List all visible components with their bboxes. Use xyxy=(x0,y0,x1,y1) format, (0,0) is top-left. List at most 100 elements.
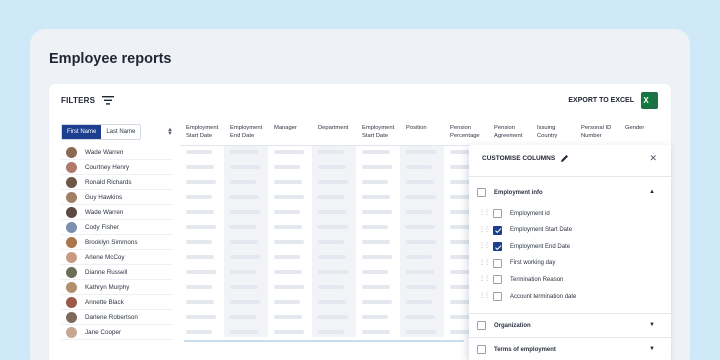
checkbox[interactable] xyxy=(493,242,502,252)
column-option-label: Account termination date xyxy=(510,293,577,300)
employee-name: Annette Black xyxy=(85,298,124,306)
column-option-label: Employment Start Date xyxy=(510,227,573,234)
column-section[interactable]: Terms of employment xyxy=(477,345,556,354)
employee-name: Arlene McCoy xyxy=(85,253,125,261)
employee-row[interactable]: Guy Hawkins xyxy=(61,190,173,205)
section-label: Organization xyxy=(494,322,531,329)
cell-placeholder xyxy=(230,180,256,184)
column-header[interactable]: Issuing Country xyxy=(537,124,557,140)
cell-placeholder xyxy=(318,330,344,334)
column-header[interactable]: Department xyxy=(318,124,348,132)
cell-placeholder xyxy=(406,330,436,334)
column-section[interactable]: Organization xyxy=(477,321,531,330)
checkbox[interactable] xyxy=(477,345,486,354)
cell-placeholder xyxy=(362,300,392,304)
sort-arrows-icon[interactable]: ▲ ▼ xyxy=(167,127,173,137)
customise-columns-panel: CUSTOMISE COLUMNS ✕ Employment info ▲ Orga… xyxy=(469,145,671,360)
checkbox[interactable] xyxy=(493,225,502,235)
sort-first-name-button[interactable]: First Name xyxy=(62,125,102,139)
cell-placeholder xyxy=(186,270,216,274)
column-option[interactable]: ⋮⋮ Account termination date xyxy=(479,292,576,301)
cell-placeholder xyxy=(318,255,346,259)
close-icon[interactable]: ✕ xyxy=(649,153,657,164)
checkbox[interactable] xyxy=(493,275,502,285)
cell-placeholder xyxy=(186,165,214,169)
cell-placeholder xyxy=(186,210,214,214)
column-header[interactable]: Personal ID Number xyxy=(581,124,611,140)
drag-handle-icon[interactable]: ⋮⋮ xyxy=(479,293,490,299)
export-to-excel-button[interactable]: EXPORT TO EXCEL X xyxy=(568,92,658,109)
avatar xyxy=(66,251,77,263)
column-option[interactable]: ⋮⋮ Employment Start Date xyxy=(479,225,573,235)
employee-row[interactable]: Courtney Henry xyxy=(61,160,173,175)
employee-row[interactable]: Annette Black xyxy=(61,295,173,310)
checkbox[interactable] xyxy=(493,258,502,268)
panel-divider xyxy=(469,176,671,177)
employee-row[interactable]: Wade Warren xyxy=(61,145,173,160)
column-header[interactable]: Pension Agreement xyxy=(494,124,522,140)
chevron-down-icon[interactable]: ▼ xyxy=(649,322,655,328)
cell-placeholder xyxy=(406,285,436,289)
employee-row[interactable]: Darlene Robertson xyxy=(61,310,173,325)
cell-placeholder xyxy=(406,150,436,154)
sort-last-name-button[interactable]: Last Name xyxy=(101,125,140,139)
employee-row[interactable]: Arlene McCoy xyxy=(61,250,173,265)
cell-placeholder xyxy=(362,270,388,274)
employee-row[interactable]: Jane Cooper xyxy=(61,325,173,340)
drag-handle-icon[interactable]: ⋮⋮ xyxy=(479,260,490,266)
employee-row[interactable]: Wade Warren xyxy=(61,205,173,220)
column-header[interactable]: Gender xyxy=(625,124,644,132)
employee-row[interactable]: Kathryn Murphy xyxy=(61,280,173,295)
column-header[interactable]: Employment End Date xyxy=(230,124,262,140)
chevron-up-icon[interactable]: ▲ xyxy=(649,189,655,195)
avatar xyxy=(66,266,77,278)
column-option-label: Termination Reason xyxy=(510,276,564,283)
column-option-label: Employment End Date xyxy=(510,243,571,250)
cell-placeholder xyxy=(318,315,348,319)
checkbox[interactable] xyxy=(477,188,486,197)
cell-placeholder xyxy=(186,240,212,244)
cell-placeholder xyxy=(230,300,260,304)
checkbox[interactable] xyxy=(493,292,502,301)
column-header[interactable]: Manager xyxy=(274,124,297,132)
column-option[interactable]: ⋮⋮ Termination Reason xyxy=(479,275,564,285)
cell-placeholder xyxy=(274,210,300,214)
column-header[interactable]: Position xyxy=(406,124,427,132)
chevron-down-icon[interactable]: ▼ xyxy=(649,346,655,352)
employee-row[interactable]: Dianne Russell xyxy=(61,265,173,280)
employee-row[interactable]: Ronald Richards xyxy=(61,175,173,190)
cell-placeholder xyxy=(186,300,214,304)
avatar xyxy=(66,206,77,218)
drag-handle-icon[interactable]: ⋮⋮ xyxy=(479,210,490,216)
avatar xyxy=(66,161,77,173)
column-header[interactable]: Employment Start Date xyxy=(362,124,394,140)
column-section[interactable]: Employment info xyxy=(477,188,543,197)
column-option[interactable]: ⋮⋮ First working day xyxy=(479,258,555,268)
employee-row[interactable]: Brooklyn Simmons xyxy=(61,235,173,250)
checkbox[interactable] xyxy=(477,321,486,330)
employee-name: Wade Warren xyxy=(85,208,124,216)
cell-placeholder xyxy=(406,195,436,199)
column-header[interactable]: Employment Start Date xyxy=(186,124,218,140)
column-option[interactable]: ⋮⋮ Employment End Date xyxy=(479,242,571,252)
drag-handle-icon[interactable]: ⋮⋮ xyxy=(479,276,490,282)
cell-placeholder xyxy=(318,240,344,244)
filters-button[interactable]: FILTERS xyxy=(61,96,115,105)
page-title: Employee reports xyxy=(49,51,172,67)
cell-placeholder xyxy=(274,285,304,289)
drag-handle-icon[interactable]: ⋮⋮ xyxy=(479,227,490,233)
drag-handle-icon[interactable]: ⋮⋮ xyxy=(479,243,490,249)
cell-placeholder xyxy=(406,225,434,229)
employee-name: Ronald Richards xyxy=(85,178,132,186)
horizontal-scrollbar[interactable] xyxy=(184,340,464,342)
cell-placeholder xyxy=(406,210,432,214)
column-header[interactable]: Pension Percentage xyxy=(450,124,480,140)
panel-title: CUSTOMISE COLUMNS xyxy=(482,154,569,163)
section-label: Employment info xyxy=(494,189,543,196)
checkbox[interactable] xyxy=(493,209,502,218)
cell-placeholder xyxy=(362,225,388,229)
cell-placeholder xyxy=(318,195,344,199)
employee-row[interactable]: Cody Fisher xyxy=(61,220,173,235)
excel-glyph: X xyxy=(641,95,651,106)
column-option[interactable]: ⋮⋮ Employment id xyxy=(479,209,550,218)
